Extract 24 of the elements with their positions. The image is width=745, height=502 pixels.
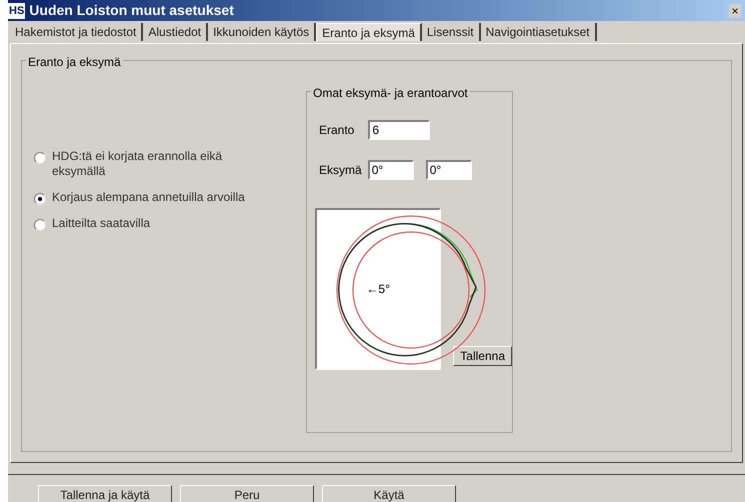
window-title: Uuden Loiston muut asetukset xyxy=(29,1,235,20)
close-button[interactable]: × xyxy=(729,4,741,18)
dialog-button[interactable]: Käytä xyxy=(322,485,456,502)
tab[interactable]: Eranto ja eksymä xyxy=(316,23,422,41)
tab[interactable]: Alustiedot xyxy=(143,23,208,41)
diagram-label: ←5° xyxy=(366,281,390,298)
app-logo: HS xyxy=(8,2,26,18)
radio-button[interactable] xyxy=(34,152,46,164)
input-field[interactable]: 0° xyxy=(426,160,472,180)
dialog-button[interactable]: Tallenna ja käytä xyxy=(38,485,172,502)
tab[interactable]: Navigointiasetukset xyxy=(480,23,597,41)
tab[interactable]: Lisenssit xyxy=(422,23,481,41)
tab[interactable]: Hakemistot ja tiedostot xyxy=(10,23,144,41)
option-label: HDG:tä ei korjata erannolla eikä eksymällä xyxy=(52,149,224,179)
option-label: Korjaus alempana annetuilla arvoilla xyxy=(52,190,246,205)
field-label: Eksymä xyxy=(319,162,362,179)
dialog-button[interactable]: Peru xyxy=(180,485,314,502)
field-label: Eranto xyxy=(319,122,354,139)
option-label: Laitteilta saatavilla xyxy=(52,216,152,231)
save-button[interactable]: Tallenna xyxy=(453,346,512,366)
input-field[interactable]: 6 xyxy=(368,120,430,140)
radio-button[interactable] xyxy=(34,219,46,231)
radio-button[interactable] xyxy=(34,193,46,205)
input-field[interactable]: 0° xyxy=(368,160,414,180)
